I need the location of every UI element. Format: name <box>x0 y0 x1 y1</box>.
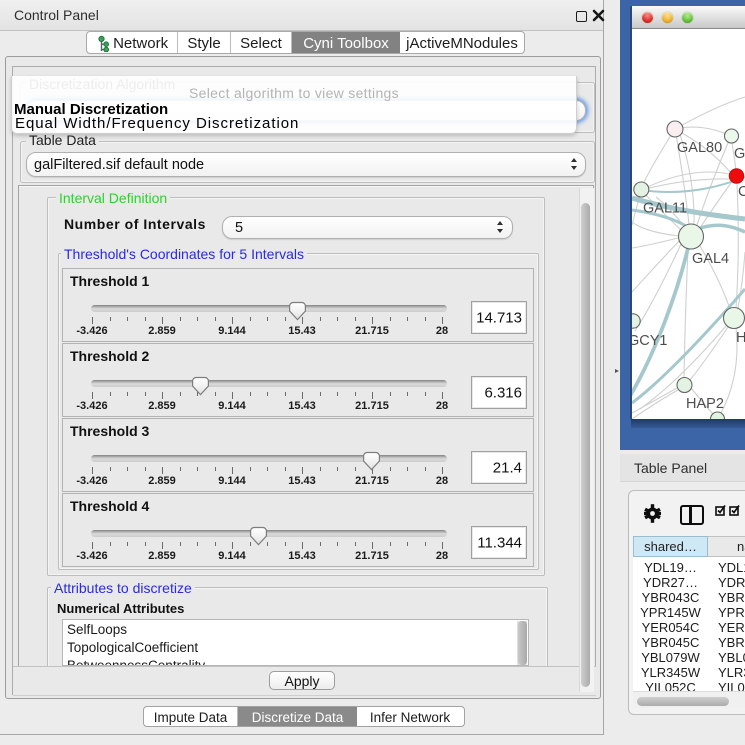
svg-text:GA: GA <box>734 146 745 162</box>
svg-text:GAL80: GAL80 <box>677 140 722 156</box>
svg-text:GAL11: GAL11 <box>643 201 687 217</box>
svg-text:GCY1: GCY1 <box>632 333 668 349</box>
svg-text:HAP2: HAP2 <box>686 396 724 412</box>
svg-text:H: H <box>736 330 745 346</box>
svg-text:C: C <box>738 184 745 200</box>
svg-text:GAL4: GAL4 <box>692 251 729 267</box>
